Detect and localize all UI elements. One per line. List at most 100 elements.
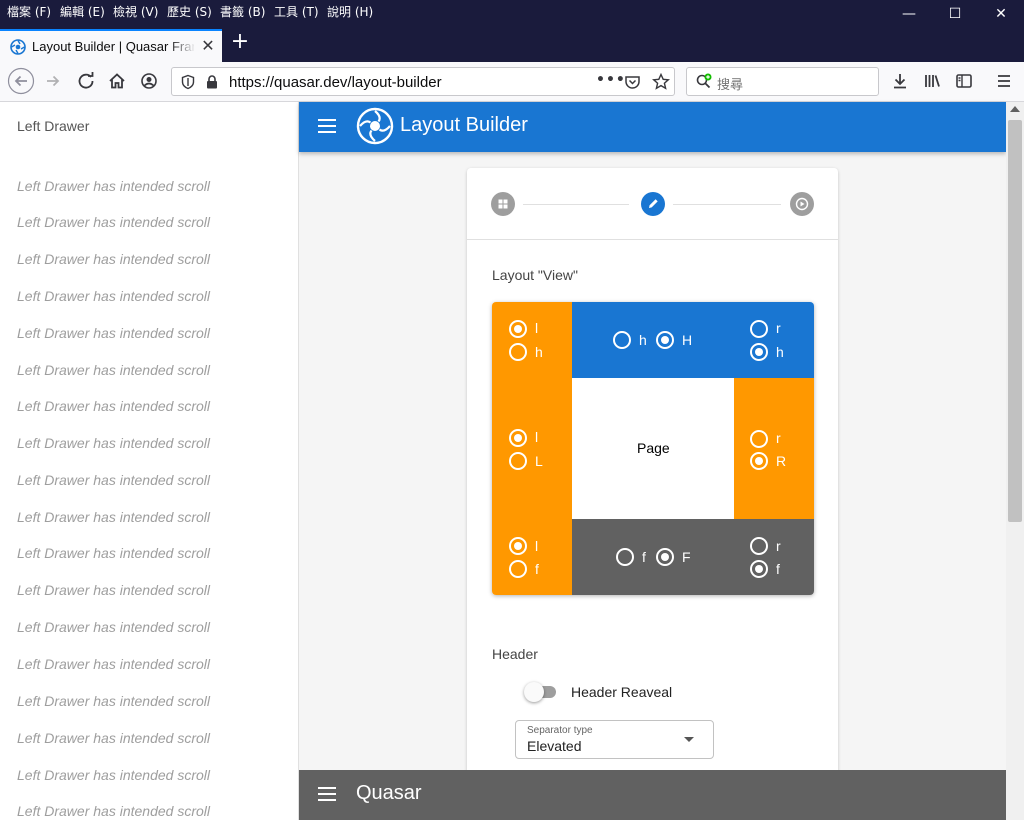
drawer-line: Left Drawer has intended scroll <box>17 545 210 561</box>
url-text[interactable]: https://quasar.dev/layout-builder <box>229 74 442 91</box>
account-icon[interactable] <box>135 67 163 95</box>
forward-icon[interactable] <box>40 67 68 95</box>
radio-bottom-left-f[interactable] <box>509 560 527 578</box>
home-icon[interactable] <box>103 67 131 95</box>
step-play[interactable] <box>790 192 814 216</box>
drawer-title: Left Drawer <box>17 118 90 134</box>
radio-top-right-r[interactable] <box>750 320 768 338</box>
radio-label: l <box>535 538 539 554</box>
radio-top-left-l[interactable] <box>509 320 527 338</box>
zone-bottom-right: r f <box>734 519 814 595</box>
step-layout[interactable] <box>491 192 515 216</box>
scroll-thumb[interactable] <box>1008 120 1022 522</box>
footer-menu-icon[interactable] <box>318 787 336 801</box>
zone-footer: f F <box>572 519 734 595</box>
menu-file[interactable]: 檔案 (F) <box>7 3 51 20</box>
search-bar[interactable]: 搜尋 <box>686 67 879 96</box>
radio-left-L[interactable] <box>509 452 527 470</box>
radio-label: R <box>776 453 787 469</box>
radio-footer-f[interactable] <box>616 548 634 566</box>
address-bar[interactable]: https://quasar.dev/layout-builder ••• <box>171 67 675 96</box>
radio-bottom-right-f[interactable] <box>750 560 768 578</box>
tab-layout-builder[interactable]: Layout Builder | Quasar Framework ✕ <box>0 29 222 62</box>
header-section-label: Header <box>492 646 538 662</box>
tab-strip: Layout Builder | Quasar Framework ✕ + <box>0 23 1024 62</box>
radio-label: l <box>535 320 539 336</box>
menu-icon[interactable] <box>318 119 336 133</box>
radio-label: H <box>682 332 693 348</box>
drawer-line: Left Drawer has intended scroll <box>17 656 210 672</box>
radio-right-r[interactable] <box>750 430 768 448</box>
drawer-line: Left Drawer has intended scroll <box>17 803 210 819</box>
scroll-up-icon[interactable] <box>1010 106 1020 112</box>
drawer-line: Left Drawer has intended scroll <box>17 767 210 783</box>
menu-history[interactable]: 歷史 (S) <box>167 3 212 20</box>
dropdown-arrow-icon <box>684 737 694 742</box>
app-header: Layout Builder <box>299 102 1006 152</box>
menu-bookmarks[interactable]: 書籤 (B) <box>220 3 265 20</box>
radio-top-right-h[interactable] <box>750 343 768 361</box>
radio-bottom-right-r[interactable] <box>750 537 768 555</box>
radio-header-H[interactable] <box>656 331 674 349</box>
navigation-bar: https://quasar.dev/layout-builder ••• 搜尋 <box>0 62 1024 102</box>
drawer-line: Left Drawer has intended scroll <box>17 582 210 598</box>
layout-view-diagram: l h h H r h l L Page r R l f f F r f <box>492 302 814 595</box>
zone-right-drawer: r R <box>734 378 814 519</box>
drawer-line: Left Drawer has intended scroll <box>17 730 210 746</box>
radio-label: r <box>776 538 781 554</box>
radio-label: r <box>776 430 781 446</box>
drawer-line: Left Drawer has intended scroll <box>17 251 210 267</box>
radio-label: l <box>535 429 539 445</box>
page-actions-icon[interactable]: ••• <box>596 72 626 88</box>
pencil-icon <box>649 199 658 208</box>
radio-label: h <box>776 344 784 360</box>
menu-bar: 檔案 (F) 編輯 (E) 檢視 (V) 歷史 (S) 書籤 (B) 工具 (T… <box>0 0 1024 23</box>
radio-bottom-left-l[interactable] <box>509 537 527 555</box>
grid-icon <box>498 199 508 209</box>
search-icon <box>696 73 712 89</box>
reload-icon[interactable] <box>72 67 100 95</box>
open-menu-icon[interactable] <box>990 67 1018 95</box>
radio-footer-F[interactable] <box>656 548 674 566</box>
back-icon[interactable] <box>7 67 35 95</box>
radio-label: L <box>535 453 543 469</box>
menu-edit[interactable]: 編輯 (E) <box>60 3 105 20</box>
pocket-icon[interactable] <box>624 74 641 90</box>
new-tab-icon[interactable]: + <box>228 31 252 55</box>
bookmark-star-icon[interactable] <box>652 73 670 91</box>
stepper <box>467 168 838 240</box>
step-edit[interactable] <box>641 192 665 216</box>
shield-icon[interactable] <box>180 74 196 90</box>
builder-card: Layout "View" l h h H r h l L Page r R l… <box>467 168 838 788</box>
zone-top-right: r h <box>734 302 814 378</box>
radio-left-l[interactable] <box>509 429 527 447</box>
separator-type-select[interactable]: Separator type Elevated <box>515 720 714 759</box>
radio-label: r <box>776 320 781 336</box>
drawer-line: Left Drawer has intended scroll <box>17 325 210 341</box>
quasar-favicon-icon <box>10 39 26 55</box>
separator-type-value: Elevated <box>527 738 582 754</box>
radio-label: f <box>776 561 780 577</box>
sidebar-toggle-icon[interactable] <box>950 67 978 95</box>
zone-bottom-left: l f <box>492 519 572 595</box>
menu-tools[interactable]: 工具 (T) <box>274 3 319 20</box>
drawer-line: Left Drawer has intended scroll <box>17 398 210 414</box>
lock-icon[interactable] <box>205 74 219 90</box>
header-reveal-label: Header Reaveal <box>571 684 673 700</box>
left-drawer[interactable]: Left Drawer Left Drawer has intended scr… <box>0 102 299 820</box>
tab-close-icon[interactable]: ✕ <box>198 36 218 56</box>
header-reveal-toggle[interactable] <box>524 681 560 703</box>
radio-label: F <box>682 549 691 565</box>
radio-right-R[interactable] <box>750 452 768 470</box>
drawer-line: Left Drawer has intended scroll <box>17 214 210 230</box>
drawer-line: Left Drawer has intended scroll <box>17 362 210 378</box>
quasar-logo-icon <box>356 107 394 145</box>
menu-view[interactable]: 檢視 (V) <box>113 3 158 20</box>
library-icon[interactable] <box>918 67 946 95</box>
radio-header-h[interactable] <box>613 331 631 349</box>
search-placeholder: 搜尋 <box>717 78 744 93</box>
downloads-icon[interactable] <box>886 67 914 95</box>
menu-help[interactable]: 說明 (H) <box>327 3 373 20</box>
page-scrollbar[interactable] <box>1006 102 1024 820</box>
radio-top-left-h[interactable] <box>509 343 527 361</box>
